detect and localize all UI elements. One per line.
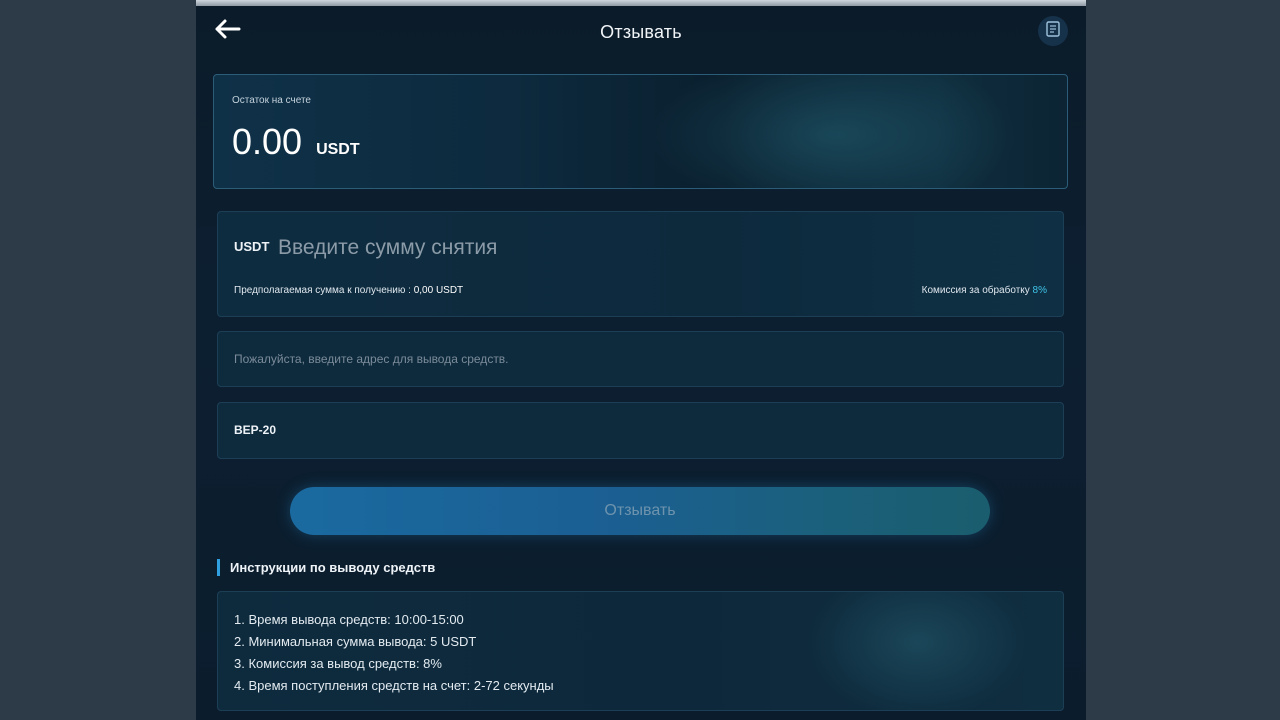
balance-currency: USDT: [316, 141, 360, 158]
amount-currency-label: USDT: [234, 239, 270, 254]
withdraw-history-button[interactable]: [1038, 16, 1068, 46]
heading-accent-bar: [217, 559, 220, 576]
balance-amount: 0.00: [232, 121, 303, 162]
document-icon: [1046, 20, 1060, 42]
balance-card: Остаток на счете 0.00 USDT: [213, 74, 1068, 189]
instruction-item: 3. Комиссия за вывод средств: 8%: [234, 656, 442, 671]
network-select[interactable]: BEP-20: [217, 402, 1064, 459]
page-title: Отзывать: [600, 21, 682, 42]
instructions-card: 1. Время вывода средств: 10:00-15:00 2. …: [217, 591, 1064, 711]
balance-label: Остаток на счете: [232, 95, 311, 106]
withdraw-submit-button[interactable]: Отзывать: [290, 487, 990, 535]
instructions-list: 1. Время вывода средств: 10:00-15:00 2. …: [234, 609, 554, 697]
address-card: [217, 331, 1064, 387]
instruction-item: 4. Время поступления средств на счет: 2-…: [234, 678, 554, 693]
instructions-heading: Инструкции по выводу средств: [217, 559, 435, 576]
commission-info: Комиссия за обработку 8%: [922, 285, 1047, 296]
back-button[interactable]: [210, 18, 244, 44]
instruction-item: 2. Минимальная сумма вывода: 5 USDT: [234, 634, 477, 649]
arrow-left-icon: [213, 18, 241, 45]
header-bar: Отзывать: [196, 6, 1086, 58]
network-selected-value: BEP-20: [234, 423, 277, 437]
expected-amount: Предполагаемая сумма к получению : 0,00 …: [234, 285, 463, 296]
expected-amount-value: 0,00 USDT: [413, 285, 464, 296]
amount-card: USDT Предполагаемая сумма к получению : …: [217, 211, 1064, 317]
withdraw-address-input[interactable]: [234, 344, 1034, 374]
commission-label: Комиссия за обработку: [921, 285, 1033, 296]
instruction-item: 1. Время вывода средств: 10:00-15:00: [234, 612, 464, 627]
withdraw-screen: Отзывать Остаток на счете 0.00 USDT USDT…: [196, 6, 1086, 720]
commission-value: 8%: [1032, 285, 1047, 296]
withdraw-amount-input[interactable]: [278, 232, 878, 264]
balance-row: 0.00 USDT: [232, 121, 360, 163]
expected-amount-label: Предполагаемая сумма к получению :: [234, 285, 414, 296]
instructions-title: Инструкции по выводу средств: [230, 560, 436, 575]
